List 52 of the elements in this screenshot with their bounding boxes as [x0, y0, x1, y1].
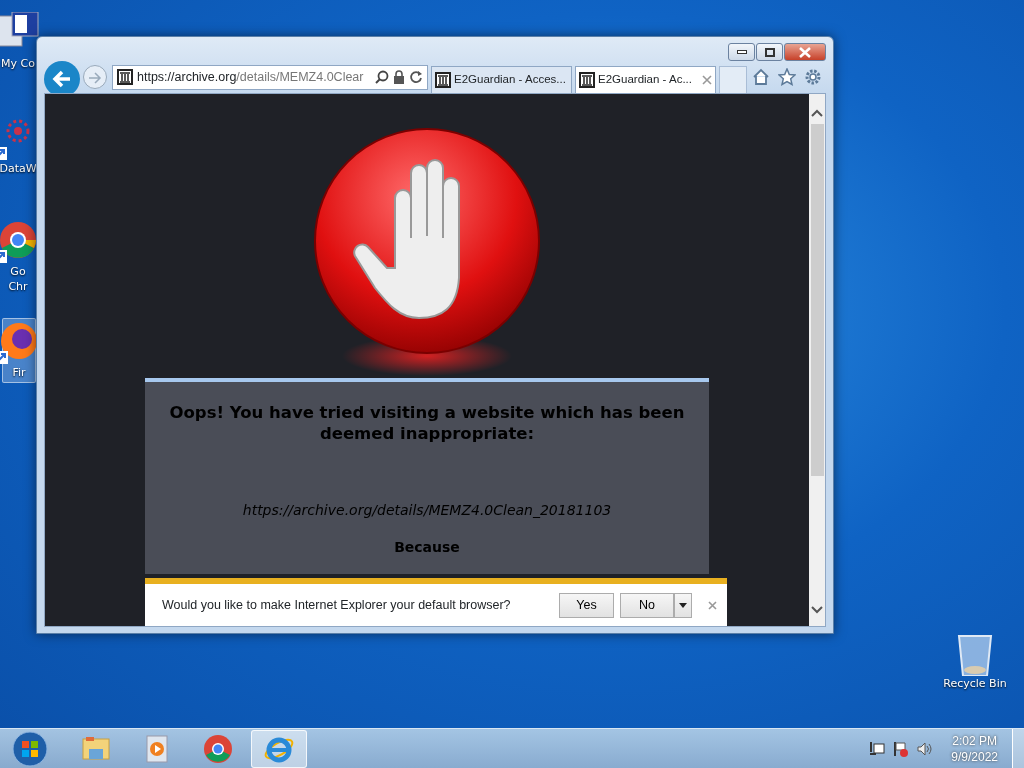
desktop-icon[interactable]: Fir [2, 318, 36, 383]
scrollbar-thumb[interactable] [810, 124, 824, 476]
home-icon[interactable] [752, 68, 770, 86]
notification-message: Would you like to make Internet Explorer your default browser? [162, 596, 512, 614]
icon-label: Recycle Bin [943, 676, 1007, 691]
no-button[interactable]: No [620, 592, 674, 618]
settings-icon[interactable] [804, 68, 822, 86]
close-icon [799, 46, 811, 58]
site-icon [579, 72, 595, 89]
left-arrow-icon [52, 69, 72, 89]
error-heading: Oops! You have tried visiting a website which has been deemed inappropriate: [168, 402, 686, 444]
icon-label: DataW [0, 161, 37, 176]
dropdown-button[interactable] [674, 592, 692, 618]
icon-label: Fir [12, 365, 26, 380]
icon-label: My Co [1, 56, 35, 71]
search-icon[interactable] [375, 70, 389, 84]
site-icon [435, 72, 451, 89]
address-field[interactable]: https://archive.org/details/MEMZ4.0Clear [112, 64, 428, 90]
flag-icon[interactable] [893, 740, 910, 757]
desktop-icon[interactable]: Recycle Bin [940, 630, 1010, 693]
minimize-icon [736, 50, 747, 54]
tab-title: E2Guardian - Ac... [598, 72, 693, 88]
desktop-icon[interactable]: My Co [0, 10, 36, 73]
tab-title: E2Guardian - Acces... [454, 72, 567, 88]
start-button[interactable] [10, 729, 50, 768]
desktop-icon[interactable]: DataW [0, 115, 36, 178]
blocked-url: https://archive.org/details/MEMZ4.0Clean_20181103 [242, 501, 612, 520]
yes-button[interactable]: Yes [559, 592, 614, 618]
caret-icon [679, 602, 687, 608]
chrome-icon [202, 732, 234, 765]
close-button[interactable] [784, 43, 826, 61]
speaker-icon[interactable] [917, 740, 934, 757]
browser-tab[interactable]: E2Guardian - Acces... [431, 66, 572, 93]
icon-label: Chr [8, 279, 28, 294]
close-icon[interactable] [708, 600, 717, 610]
taskbar-button[interactable] [251, 729, 307, 768]
close-icon[interactable] [702, 75, 712, 86]
star-icon[interactable] [778, 68, 796, 86]
maximize-button[interactable] [756, 43, 783, 61]
scrollbar[interactable] [809, 94, 825, 626]
lock-icon [393, 70, 405, 84]
desktop-icon[interactable]: Go Chr [0, 218, 36, 296]
refresh-icon[interactable] [409, 70, 423, 84]
site-icon [117, 69, 133, 86]
icon-label: Go [10, 264, 26, 279]
maximize-icon [764, 47, 775, 57]
minimize-button[interactable] [728, 43, 755, 61]
network-icon[interactable] [869, 740, 886, 757]
reason-label: Because [394, 538, 460, 557]
browser-tab[interactable]: E2Guardian - Ac... [575, 66, 716, 93]
right-arrow-icon [88, 70, 102, 85]
address-text: https://archive.org/details/MEMZ4.0Clear [137, 68, 365, 86]
